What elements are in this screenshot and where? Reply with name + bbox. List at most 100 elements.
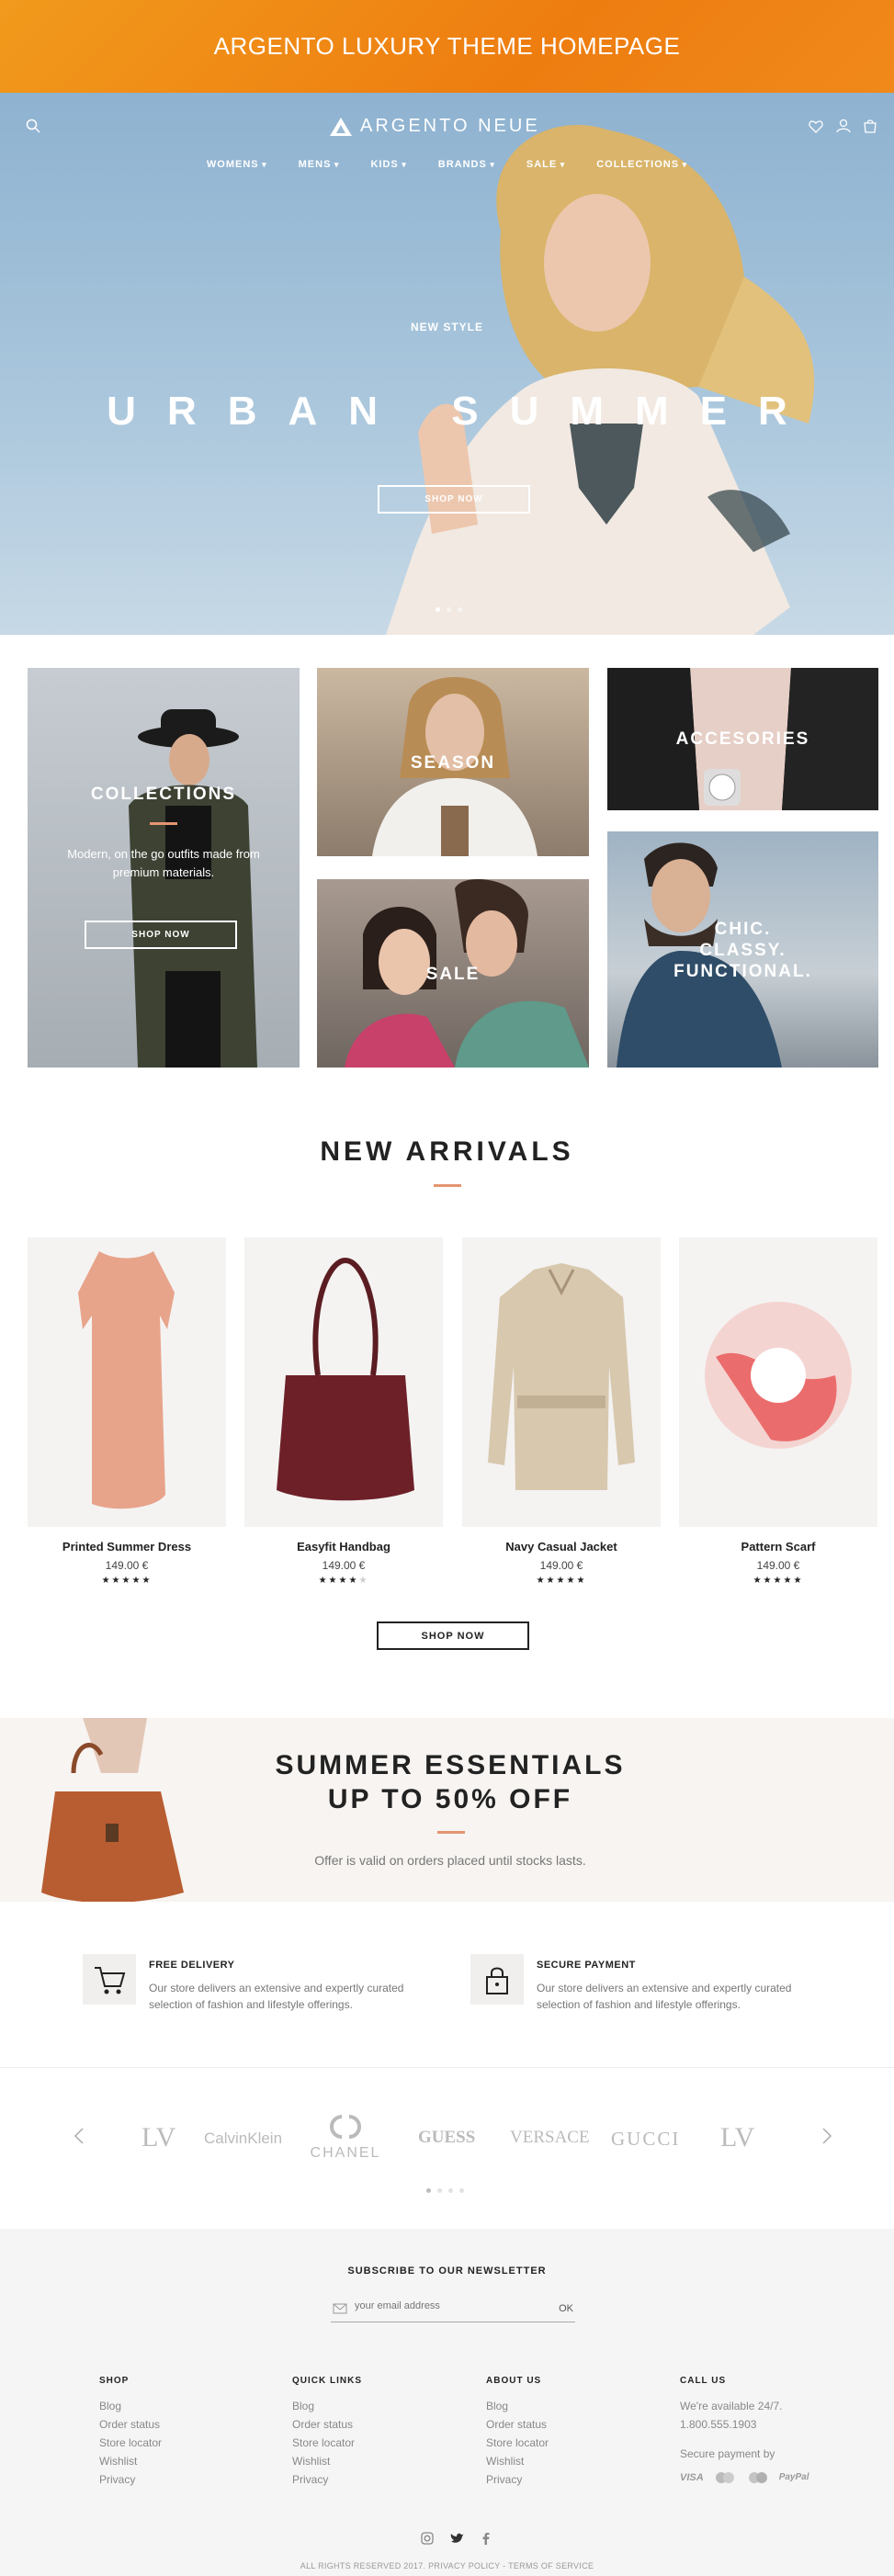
nav-item-sale[interactable]: SALE [526,159,565,170]
product-name[interactable]: Printed Summer Dress [28,1540,226,1554]
product-price: 149.00 € [322,1559,366,1572]
newsletter-form: OK [331,2297,575,2322]
brand-chanel-label: CHANEL [310,2145,381,2161]
facebook-icon[interactable] [481,2532,491,2545]
dress-image [78,1251,175,1509]
product-rating: ★★★★★ [318,1576,369,1586]
footer-link[interactable]: Store locator [292,2434,476,2452]
tile-season-label: SEASON [410,753,496,773]
nav-item-womens[interactable]: WOMENS [207,159,267,170]
footer-link[interactable]: Store locator [99,2434,283,2452]
footer-link[interactable]: Blog [486,2397,670,2415]
chevron-right-icon[interactable] [821,2127,832,2145]
newsletter-title: SUBSCRIBE TO OUR NEWSLETTER [347,2265,547,2277]
chanel-logo-icon [330,2115,361,2139]
product-image[interactable] [462,1237,661,1527]
feature-text: Our store delivers an extensive and expe… [537,1982,792,2011]
tile-collections[interactable]: COLLECTIONS Modern, on the go outfits ma… [28,668,300,1068]
tile-accessories[interactable]: ACCESORIES [607,668,878,810]
footer-link[interactable]: Privacy [486,2470,670,2489]
product-image[interactable] [679,1237,877,1527]
instagram-icon[interactable] [421,2532,434,2545]
footer-column-shop: SHOP Blog Order status Store locator Wis… [99,2376,283,2489]
heart-icon[interactable] [809,119,823,133]
promo-text: Offer is valid on orders placed until st… [314,1853,586,1868]
nav-item-collections[interactable]: COLLECTIONS [596,159,687,170]
newsletter-submit-button[interactable]: OK [559,2303,573,2314]
footer-link[interactable]: Wishlist [99,2452,283,2470]
brand-guess[interactable]: GUESS [418,2128,475,2148]
footer-column-call-us: CALL US We're available 24/7. 1.800.555.… [680,2376,864,2487]
product-image[interactable] [28,1237,226,1527]
promo-section: SUMMER ESSENTIALS UP TO 50% OFF Offer is… [0,1718,894,1902]
footer-link[interactable]: Wishlist [486,2452,670,2470]
slider-dot[interactable] [459,2188,464,2193]
product-rating: ★★★★★ [753,1576,804,1586]
product-name[interactable]: Easyfit Handbag [244,1540,443,1554]
tile-collections-shop-button[interactable]: SHOP NOW [85,921,237,949]
brand-calvin-klein[interactable]: CalvinKlein [204,2130,282,2148]
brand-versace[interactable]: VERSACE [510,2128,590,2148]
footer-link[interactable]: Blog [292,2397,476,2415]
chevron-left-icon[interactable] [74,2127,85,2145]
footer-phone[interactable]: 1.800.555.1903 [680,2415,864,2434]
footer-link[interactable]: Privacy [99,2470,283,2489]
twitter-icon[interactable] [450,2532,465,2545]
footer-link[interactable]: Order status [292,2415,476,2434]
product-card[interactable]: Navy Casual Jacket 149.00 € ★★★★★ [462,1237,661,1586]
slider-dot[interactable] [437,2188,442,2193]
product-card[interactable]: Pattern Scarf 149.00 € ★★★★★ [679,1237,877,1586]
tile-season[interactable]: SEASON [317,668,589,856]
new-arrivals-title: NEW ARRIVALS [320,1136,574,1167]
footer-link[interactable]: Order status [99,2415,283,2434]
search-icon[interactable] [26,119,40,133]
product-name[interactable]: Pattern Scarf [679,1540,877,1554]
tile-sale[interactable]: SALE [317,879,589,1068]
brand-gucci[interactable]: GUCCI [611,2128,680,2151]
footer-link[interactable]: Order status [486,2415,670,2434]
product-image[interactable] [244,1237,443,1527]
slider-dot[interactable] [448,2188,453,2193]
product-card[interactable]: Printed Summer Dress 149.00 € ★★★★★ [28,1237,226,1586]
hero-shop-now-button[interactable]: SHOP NOW [378,485,530,514]
lv-logo-icon[interactable]: LV [719,2118,755,2155]
handbag-image [277,1257,414,1501]
newsletter-email-input[interactable] [355,2300,538,2311]
lv-logo-icon[interactable]: LV [140,2118,176,2155]
product-name[interactable]: Navy Casual Jacket [462,1540,661,1554]
footer-link[interactable]: Blog [99,2397,283,2415]
nav-item-mens[interactable]: MENS [299,159,340,170]
nav-item-kids[interactable]: KIDS [370,159,406,170]
slider-dot[interactable] [436,607,440,612]
slider-dot[interactable] [426,2188,431,2193]
tile-chic-line-3: FUNCTIONAL. [673,962,812,981]
footer-column-title: CALL US [680,2376,727,2386]
brand-chanel[interactable]: CHANEL [309,2113,382,2162]
site-logo[interactable]: ARGENTO NEUE [329,116,540,137]
banner-title: ARGENTO LUXURY THEME HOMEPAGE [213,32,681,60]
hero-eyebrow: NEW STYLE [410,321,483,333]
footer-column-title: QUICK LINKS [292,2376,362,2386]
tile-chic[interactable]: CHIC. CLASSY. FUNCTIONAL. [607,831,878,1068]
product-rating: ★★★★★ [101,1576,153,1586]
user-icon[interactable] [836,119,851,133]
payment-icons: VISA PayPal [680,2469,864,2487]
product-rating: ★★★★★ [536,1576,587,1586]
product-card[interactable]: Easyfit Handbag 149.00 € ★★★★★ [244,1237,443,1586]
site-footer: SUBSCRIBE TO OUR NEWSLETTER OK SHOP Blog… [0,2229,894,2576]
mastercard-icon [715,2472,734,2483]
tile-collections-label: COLLECTIONS [90,785,237,804]
footer-link[interactable]: Store locator [486,2434,670,2452]
jacket-image [488,1263,635,1490]
slider-dot[interactable] [458,607,462,612]
slider-dot[interactable] [447,607,451,612]
new-arrivals-shop-button[interactable]: SHOP NOW [377,1621,529,1650]
feature-title: SECURE PAYMENT [537,1960,636,1971]
feature-icon [83,1954,136,2005]
site-header: ARGENTO NEUE [0,93,894,157]
nav-item-brands[interactable]: BRANDS [438,159,495,170]
footer-link[interactable]: Privacy [292,2470,476,2489]
tile-chic-line-2: CLASSY. [699,941,786,960]
footer-link[interactable]: Wishlist [292,2452,476,2470]
cart-icon[interactable] [863,119,877,133]
